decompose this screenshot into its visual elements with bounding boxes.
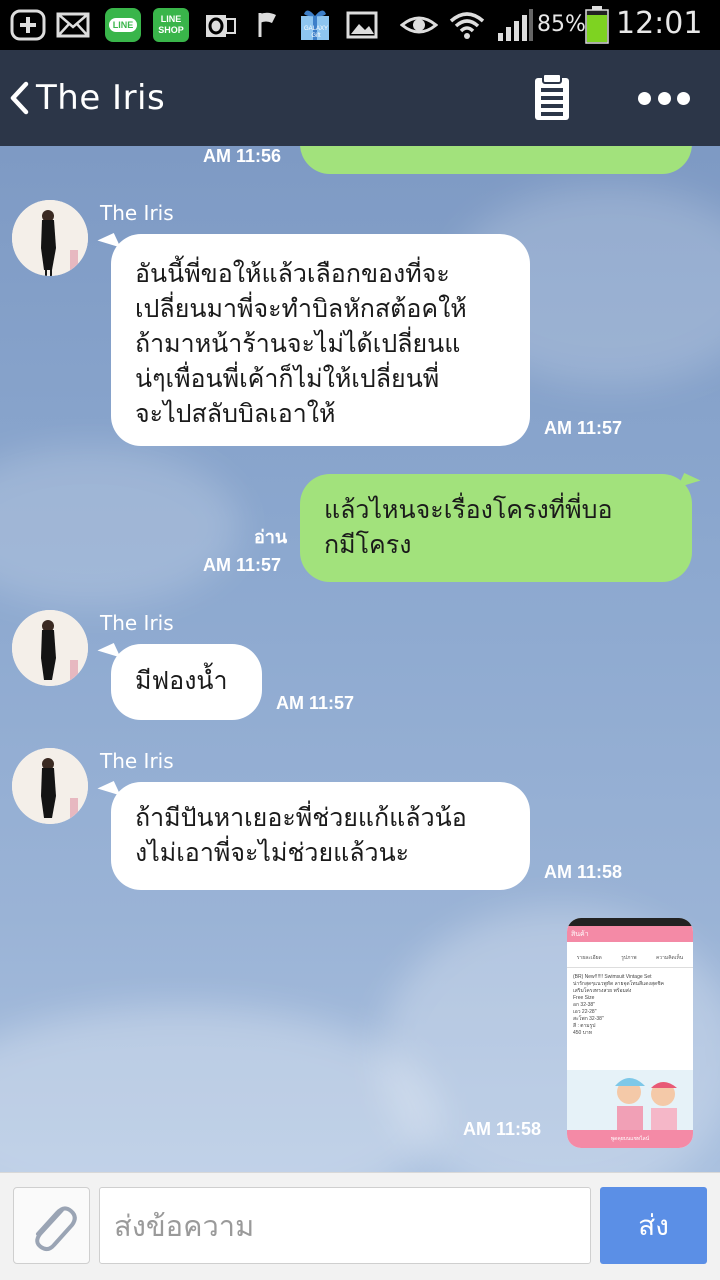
message-text-line: น่ๆเพื่อนพี่เค้าก็ไม่ให้เปลี่ยนพี่	[135, 364, 440, 393]
message-time: AM 11:57	[203, 555, 282, 575]
sender-name: The Iris	[100, 201, 174, 225]
image-desc-line: เสริมโครงทรงสวย พร้อมส่ง	[573, 988, 632, 994]
wifi-icon	[449, 12, 485, 39]
image-desc-line: สะโพก 32-38"	[573, 1016, 604, 1022]
message-time: AM 11:56	[203, 146, 282, 166]
sender-name: The Iris	[100, 749, 174, 773]
message-time: AM 11:58	[544, 862, 623, 882]
more-dot-icon	[657, 91, 671, 105]
battery-percent: 85%	[537, 12, 586, 37]
profile-photo-icon	[12, 748, 88, 824]
profile-photo-icon	[12, 610, 88, 686]
more-dot-icon	[638, 91, 651, 105]
image-desc-line: เอว 22-28"	[573, 1009, 597, 1015]
image-desc-line: สี : ตามรูป	[573, 1023, 596, 1029]
notes-icon[interactable]	[526, 72, 578, 124]
chevron-left-icon	[10, 81, 29, 115]
battery-icon	[585, 6, 609, 44]
gift-icon: GALAXY Gift	[298, 6, 332, 44]
sender-name: The Iris	[100, 611, 174, 635]
image-desc-line: 450 บาท	[573, 1030, 593, 1036]
attach-button[interactable]	[13, 1187, 90, 1264]
message-time: AM 11:58	[463, 1119, 542, 1139]
chat-area[interactable]: AM 11:56 The Iris อันนี้พี่ขอให้แล้วเลือ…	[0, 146, 720, 1172]
image-tab: ความคิดเห็น	[655, 955, 684, 961]
message-input[interactable]	[99, 1187, 591, 1264]
image-footer-label: พูดคุยบนแชทไลน์	[610, 1136, 650, 1142]
more-options-button[interactable]	[632, 72, 696, 124]
message-text-line: อันนี้พี่ขอให้แล้วเลือกของที่จะ	[135, 259, 450, 288]
avatar[interactable]	[12, 748, 88, 824]
image-tab: รูปภาพ	[621, 955, 637, 961]
message-text-line: ถ้ามีปันหาเยอะพี่ช่วยแก้แล้วน้อ	[135, 803, 467, 832]
message-time: AM 11:57	[276, 693, 355, 713]
avatar[interactable]	[12, 610, 88, 686]
profile-photo-icon	[12, 200, 88, 276]
signal-icon	[498, 9, 533, 41]
flag-icon	[258, 12, 276, 37]
add-icon	[10, 9, 46, 41]
image-description: (BR) New!!!!!! Swimsuit Vintage Set น่าร…	[573, 974, 687, 1037]
image-tabs: รายละเอียด รูปภาพ ความคิดเห็น	[567, 954, 693, 968]
line-shop-icon: LINE SHOP	[153, 8, 189, 42]
message-text-line: มีฟองน้ำ	[135, 666, 228, 695]
image-desc-line: Free Size	[573, 995, 595, 1001]
clock: 12:01	[616, 6, 703, 41]
status-bar: LINE LINE SHOP GALAXY Gift 85% 12:01	[0, 0, 720, 50]
incoming-message-bubble[interactable]: อันนี้พี่ขอให้แล้วเลือกของที่จะ เปลี่ยนม…	[111, 234, 530, 446]
more-dot-icon	[677, 91, 690, 105]
chat-header: The Iris	[0, 50, 720, 146]
message-time: AM 11:57	[544, 418, 623, 438]
message-text-line: แล้วไหนจะเรื่องโครงที่พี่บอ	[324, 495, 613, 524]
message-input-bar: ส่ง	[0, 1172, 720, 1280]
mail-icon	[56, 12, 90, 38]
message-text-line: ถ้ามาหน้าร้านจะไม่ได้เปลี่ยนแ	[135, 329, 461, 358]
send-button[interactable]: ส่ง	[600, 1187, 707, 1264]
incoming-message-bubble[interactable]: ถ้ามีปันหาเยอะพี่ช่วยแก้แล้วน้อ งไม่เอาพ…	[111, 782, 530, 890]
outgoing-message-bubble[interactable]: แล้วไหนจะเรื่องโครงที่พี่บอ กมีโครง	[300, 474, 692, 582]
message-text-line: งไม่เอาพี่จะไม่ช่วยแล้วนะ	[135, 838, 410, 867]
paperclip-icon	[35, 1206, 77, 1252]
image-status-strip	[567, 918, 693, 926]
message-text-line: จะไปสลับบิลเอาให้	[135, 399, 336, 428]
image-footer-button: พูดคุยบนแชทไลน์	[567, 1130, 693, 1148]
image-desc-line: น่ารักสุดๆแนวพูหัด ลายจุดโทนสีแดงสุดชิค	[573, 981, 664, 987]
eye-icon	[400, 16, 438, 34]
back-button[interactable]: The Iris	[8, 70, 165, 126]
product-photo	[567, 1070, 693, 1130]
gallery-icon	[346, 11, 378, 39]
avatar[interactable]	[12, 200, 88, 276]
image-header-title: สินค้า	[571, 930, 589, 938]
read-receipt: อ่าน	[254, 527, 288, 548]
image-desc-line: (BR) New!!!!!! Swimsuit Vintage Set	[573, 974, 652, 980]
image-header: สินค้า	[567, 926, 693, 942]
image-desc-line: อก 32-38"	[573, 1002, 595, 1008]
image-tab: รายละเอียด	[576, 955, 602, 961]
background-cloud	[0, 1006, 440, 1172]
outlook-icon	[206, 15, 236, 37]
incoming-message-bubble[interactable]: มีฟองน้ำ	[111, 644, 262, 720]
outgoing-message-bubble[interactable]	[300, 146, 692, 174]
chat-title: The Iris	[36, 78, 166, 118]
image-message-thumbnail[interactable]: สินค้า รายละเอียด รูปภาพ ความคิดเห็น (BR…	[567, 918, 693, 1148]
background-cloud	[0, 446, 240, 606]
message-text-line: กมีโครง	[324, 530, 412, 559]
message-text-line: เปลี่ยนมาพี่จะทำบิลหักสต้อคให้	[135, 294, 467, 323]
line-app-icon: LINE	[105, 8, 141, 42]
